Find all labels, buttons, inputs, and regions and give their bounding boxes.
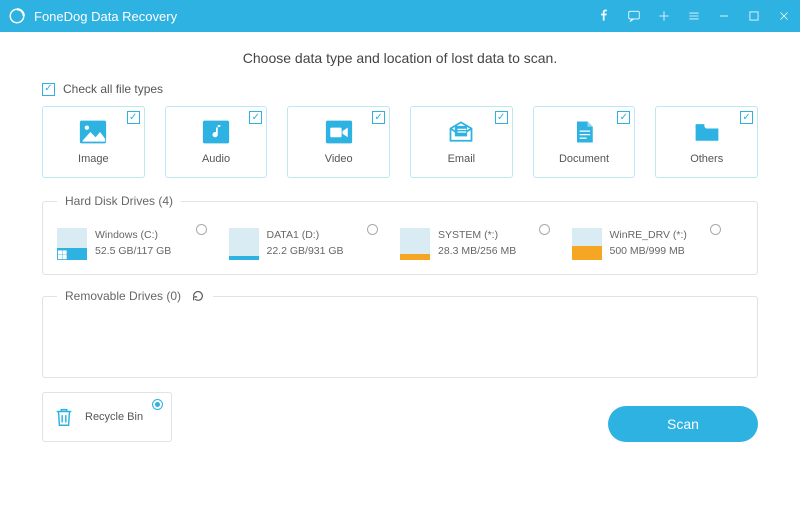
drive-radio[interactable] [539, 224, 550, 235]
drive-name: SYSTEM (*:) [438, 228, 516, 243]
type-checkbox-video[interactable] [372, 111, 385, 124]
removable-empty [57, 313, 743, 363]
facebook-icon[interactable] [596, 8, 612, 24]
drive-size: 28.3 MB/256 MB [438, 245, 516, 257]
menu-icon[interactable] [686, 8, 702, 24]
check-all-row[interactable]: Check all file types [42, 82, 758, 96]
windows-logo-icon [57, 250, 68, 260]
type-card-email[interactable]: Email [410, 106, 513, 178]
scan-button[interactable]: Scan [608, 406, 758, 442]
drive-data1-d[interactable]: DATA1 (D:) 22.2 GB/931 GB [229, 224, 401, 260]
drive-name: Windows (C:) [95, 228, 171, 243]
trash-icon [53, 406, 75, 428]
page-heading: Choose data type and location of lost da… [42, 50, 758, 66]
type-label-email: Email [448, 153, 476, 165]
drive-size: 22.2 GB/931 GB [267, 245, 344, 257]
type-label-audio: Audio [202, 153, 230, 165]
image-icon [79, 119, 107, 145]
drive-radio[interactable] [710, 224, 721, 235]
type-label-document: Document [559, 153, 609, 165]
type-label-video: Video [325, 153, 353, 165]
type-card-others[interactable]: Others [655, 106, 758, 178]
type-checkbox-image[interactable] [127, 111, 140, 124]
type-card-video[interactable]: Video [287, 106, 390, 178]
title-bar: FoneDog Data Recovery [0, 0, 800, 32]
feedback-icon[interactable] [626, 8, 642, 24]
email-icon [447, 119, 475, 145]
type-label-image: Image [78, 153, 109, 165]
type-checkbox-email[interactable] [495, 111, 508, 124]
drive-system[interactable]: SYSTEM (*:) 28.3 MB/256 MB [400, 224, 572, 260]
folder-icon [693, 119, 721, 145]
removable-drives-group: Removable Drives (0) [42, 289, 758, 378]
recycle-label: Recycle Bin [85, 411, 143, 423]
audio-icon [202, 119, 230, 145]
plus-icon[interactable] [656, 8, 672, 24]
type-card-image[interactable]: Image [42, 106, 145, 178]
hard-drives-group: Hard Disk Drives (4) Windows (C:) 52.5 GB… [42, 194, 758, 275]
drive-name: DATA1 (D:) [267, 228, 344, 243]
app-title: FoneDog Data Recovery [34, 9, 177, 24]
type-label-others: Others [690, 153, 723, 165]
drive-windows-c[interactable]: Windows (C:) 52.5 GB/117 GB [57, 224, 229, 260]
check-all-checkbox[interactable] [42, 83, 55, 96]
hard-drives-legend: Hard Disk Drives (4) [57, 194, 181, 208]
file-type-grid: Image Audio Video Email Document Others [42, 106, 758, 178]
drive-size: 52.5 GB/117 GB [95, 245, 171, 257]
type-checkbox-document[interactable] [617, 111, 630, 124]
drive-size: 500 MB/999 MB [610, 245, 685, 257]
close-icon[interactable] [776, 8, 792, 24]
minimize-icon[interactable] [716, 8, 732, 24]
type-checkbox-audio[interactable] [249, 111, 262, 124]
drive-name: WinRE_DRV (*:) [610, 228, 687, 243]
app-logo-icon [8, 7, 26, 25]
refresh-icon[interactable] [191, 289, 205, 303]
removable-legend: Removable Drives (0) [65, 289, 181, 303]
type-card-audio[interactable]: Audio [165, 106, 268, 178]
drive-radio[interactable] [367, 224, 378, 235]
document-icon [570, 119, 598, 145]
recycle-bin-card[interactable]: Recycle Bin [42, 392, 172, 442]
type-card-document[interactable]: Document [533, 106, 636, 178]
type-checkbox-others[interactable] [740, 111, 753, 124]
check-all-label: Check all file types [63, 82, 163, 96]
video-icon [325, 119, 353, 145]
recycle-radio[interactable] [152, 399, 163, 410]
maximize-icon[interactable] [746, 8, 762, 24]
drive-radio[interactable] [196, 224, 207, 235]
drive-winre[interactable]: WinRE_DRV (*:) 500 MB/999 MB [572, 224, 744, 260]
